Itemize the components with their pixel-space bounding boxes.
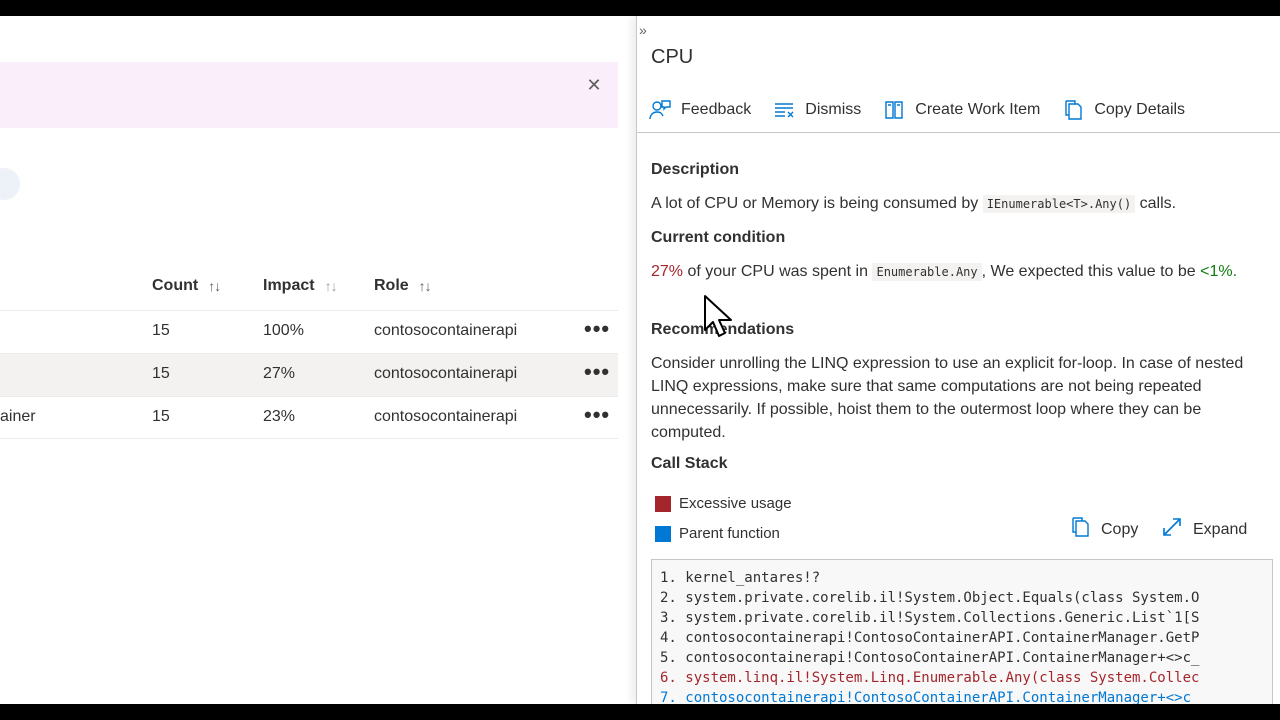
stack-line: 3. system.private.corelib.il!System.Coll…	[660, 610, 1200, 626]
column-header-label: Count	[152, 277, 199, 294]
call-stack-box[interactable]: 1. kernel_antares!? 2. system.private.co…	[651, 559, 1273, 704]
sort-icon: ↑↓	[324, 278, 338, 294]
info-banner	[0, 62, 618, 128]
condition-text-mid: of your CPU was spent in	[687, 263, 869, 280]
column-header-role[interactable]: Role ↑↓	[374, 274, 432, 298]
more-options-icon[interactable]: •••	[584, 316, 610, 342]
row-impact: 100%	[263, 322, 304, 339]
row-count: 15	[152, 408, 170, 425]
current-condition-text: 27% of your CPU was spent in Enumerable.…	[651, 260, 1261, 284]
current-condition-heading: Current condition	[651, 229, 786, 246]
description-heading: Description	[651, 161, 740, 178]
description-text-after: calls.	[1139, 195, 1177, 212]
expand-icon	[1161, 516, 1183, 543]
copy-details-button[interactable]: Copy Details	[1062, 99, 1185, 121]
book-icon	[883, 99, 905, 121]
row-count: 15	[152, 365, 170, 382]
legend-swatch	[655, 525, 671, 542]
close-icon[interactable]: ✕	[584, 74, 604, 96]
stack-line: 4. contosocontainerapi!ContosoContainerA…	[660, 630, 1200, 646]
recommendations-text: Consider unrolling the LINQ expression t…	[651, 355, 1244, 441]
stack-line: 2. system.private.corelib.il!System.Obje…	[660, 590, 1200, 606]
row-name: ainer	[0, 408, 36, 425]
column-header-count[interactable]: Count ↑↓	[152, 274, 221, 298]
mouse-cursor-icon	[703, 294, 737, 345]
table-row[interactable]: 15 100% contosocontainerapi •••	[0, 310, 618, 353]
expand-stack-label: Expand	[1193, 520, 1248, 538]
stack-line: 5. contosocontainerapi!ContosoContainerA…	[660, 650, 1200, 666]
create-work-item-label: Create Work Item	[915, 101, 1041, 118]
copy-icon	[1069, 516, 1091, 543]
copy-stack-button[interactable]: Copy	[1069, 516, 1138, 543]
sort-icon: ↑↓	[208, 278, 221, 294]
feedback-label: Feedback	[681, 101, 752, 118]
row-role: contosocontainerapi	[374, 408, 518, 425]
insights-list-pane: ✕ Count ↑↓ Impact ↑↓ Role ↑↓ 15 100% con…	[0, 16, 636, 704]
legend-excessive-usage: Excessive usage	[655, 495, 792, 512]
dismiss-button[interactable]: Dismiss	[773, 99, 861, 121]
condition-percent: 27%	[651, 263, 684, 280]
dismiss-label: Dismiss	[805, 101, 862, 118]
description-text-before: A lot of CPU or Memory is being consumed…	[651, 195, 979, 212]
row-impact: 23%	[263, 408, 296, 425]
table-row[interactable]: ainer 15 23% contosocontainerapi •••	[0, 396, 618, 439]
description-code: IEnumerable<T>.Any()	[982, 195, 1136, 213]
stack-line: 1. kernel_antares!?	[660, 570, 821, 586]
row-role: contosocontainerapi	[374, 365, 518, 382]
expand-stack-button[interactable]: Expand	[1161, 516, 1247, 543]
filter-pill[interactable]	[0, 168, 20, 200]
legend-swatch	[655, 495, 671, 512]
panel-title: CPU	[651, 46, 694, 68]
toolbar-divider	[637, 132, 1280, 133]
description-text: A lot of CPU or Memory is being consumed…	[651, 192, 1176, 216]
legend-label: Parent function	[679, 525, 780, 542]
more-options-icon[interactable]: •••	[584, 402, 610, 428]
feedback-icon	[649, 99, 671, 121]
collapse-panel-icon[interactable]: »	[639, 22, 647, 38]
dismiss-icon	[773, 99, 795, 121]
details-panel: » CPU Feedback Dismiss Create Work Item …	[636, 16, 1280, 704]
feedback-button[interactable]: Feedback	[649, 99, 751, 121]
more-options-icon[interactable]: •••	[584, 359, 610, 385]
condition-expected: <1%.	[1200, 263, 1238, 280]
copy-icon	[1062, 99, 1084, 121]
stack-line-excessive: 6. system.linq.il!System.Linq.Enumerable…	[660, 670, 1200, 686]
column-header-label: Role	[374, 277, 409, 294]
call-stack-heading: Call Stack	[651, 455, 728, 472]
panel-toolbar: Feedback Dismiss Create Work Item Copy D…	[649, 96, 1207, 124]
stack-line-parent: 7. contosocontainerapi!ContosoContainerA…	[660, 690, 1192, 704]
row-impact: 27%	[263, 365, 296, 382]
table-row-selected[interactable]: 15 27% contosocontainerapi •••	[0, 353, 618, 396]
create-work-item-button[interactable]: Create Work Item	[883, 99, 1040, 121]
condition-text-after: , We expected this value to be	[981, 263, 1196, 280]
condition-code: Enumerable.Any	[872, 263, 982, 281]
column-header-impact[interactable]: Impact ↑↓	[263, 274, 338, 298]
legend-label: Excessive usage	[679, 495, 792, 512]
column-header-label: Impact	[263, 277, 315, 294]
legend-parent-function: Parent function	[655, 525, 780, 542]
row-role: contosocontainerapi	[374, 322, 518, 339]
copy-stack-label: Copy	[1101, 520, 1139, 538]
copy-details-label: Copy Details	[1094, 101, 1186, 118]
sort-icon: ↑↓	[418, 278, 432, 294]
row-count: 15	[152, 322, 170, 339]
app-frame: ✕ Count ↑↓ Impact ↑↓ Role ↑↓ 15 100% con…	[0, 16, 1280, 704]
